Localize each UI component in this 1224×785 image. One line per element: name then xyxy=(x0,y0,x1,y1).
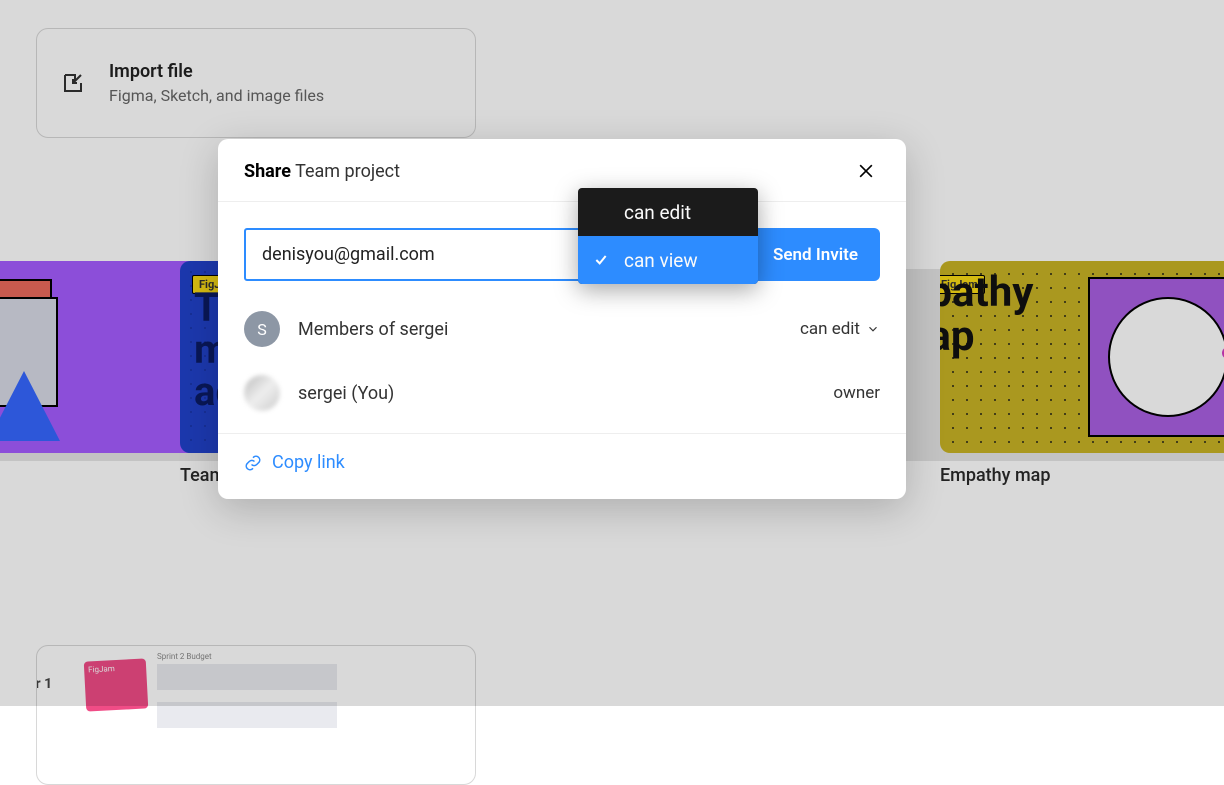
member-row: sergei (You) owner xyxy=(244,359,880,423)
dropdown-item-can-view[interactable]: can view xyxy=(578,236,758,284)
send-invite-button[interactable]: Send Invite xyxy=(751,228,880,281)
link-icon xyxy=(244,454,262,472)
check-icon xyxy=(592,252,610,268)
team-avatar: S xyxy=(244,311,280,347)
user-avatar xyxy=(244,375,280,411)
role-select[interactable]: can edit xyxy=(800,319,880,339)
member-name: sergei (You) xyxy=(298,383,833,404)
member-name: Members of sergei xyxy=(298,319,800,340)
dropdown-item-can-edit[interactable]: can edit xyxy=(578,188,758,236)
share-modal: Share Team project Send Invite S Members… xyxy=(218,139,906,499)
member-row: S Members of sergei can edit xyxy=(244,295,880,359)
copy-link-button[interactable]: Copy link xyxy=(244,452,345,473)
close-button[interactable] xyxy=(852,157,880,185)
chevron-down-icon xyxy=(866,322,880,336)
permission-dropdown: can edit can view xyxy=(578,188,758,284)
modal-title: Share Team project xyxy=(244,161,400,182)
role-label: owner xyxy=(833,383,880,403)
